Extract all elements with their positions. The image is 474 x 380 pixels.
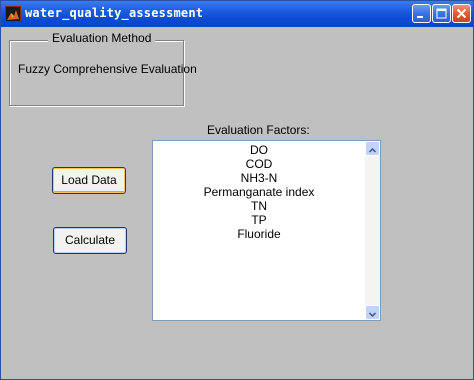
- list-item[interactable]: Permanganate index: [153, 185, 365, 199]
- close-icon: [456, 8, 467, 19]
- chevron-down-icon: [368, 312, 377, 318]
- list-item[interactable]: COD: [153, 157, 365, 171]
- scroll-up-button[interactable]: [365, 141, 380, 156]
- evaluation-factors-listbox[interactable]: DO COD NH3-N Permanganate index TN TP Fl…: [152, 140, 381, 321]
- window-client-area: Evaluation Method Fuzzy Comprehensive Ev…: [1, 27, 473, 379]
- list-item[interactable]: TN: [153, 199, 365, 213]
- app-window: water_quality_assessment Evaluation Meth…: [0, 0, 474, 380]
- evaluation-method-title: Evaluation Method: [48, 31, 156, 45]
- list-item[interactable]: Fluoride: [153, 227, 365, 241]
- list-item[interactable]: DO: [153, 143, 365, 157]
- evaluation-factors-label: Evaluation Factors:: [207, 123, 310, 137]
- matlab-logo-icon: [5, 6, 21, 22]
- list-item[interactable]: TP: [153, 213, 365, 227]
- factor-list-items: DO COD NH3-N Permanganate index TN TP Fl…: [153, 143, 365, 241]
- window-title: water_quality_assessment: [25, 6, 204, 20]
- minimize-button[interactable]: [412, 4, 431, 23]
- title-bar[interactable]: water_quality_assessment: [1, 1, 473, 27]
- maximize-button[interactable]: [432, 4, 451, 23]
- calculate-button[interactable]: Calculate: [53, 227, 127, 254]
- maximize-icon: [436, 8, 447, 19]
- scroll-down-button[interactable]: [365, 305, 380, 320]
- vertical-scrollbar[interactable]: [365, 141, 380, 320]
- chevron-up-icon: [368, 147, 377, 153]
- evaluation-method-value: Fuzzy Comprehensive Evaluation: [18, 62, 197, 76]
- minimize-icon: [417, 16, 423, 18]
- load-data-button[interactable]: Load Data: [52, 167, 126, 194]
- close-button[interactable]: [452, 4, 471, 23]
- list-item[interactable]: NH3-N: [153, 171, 365, 185]
